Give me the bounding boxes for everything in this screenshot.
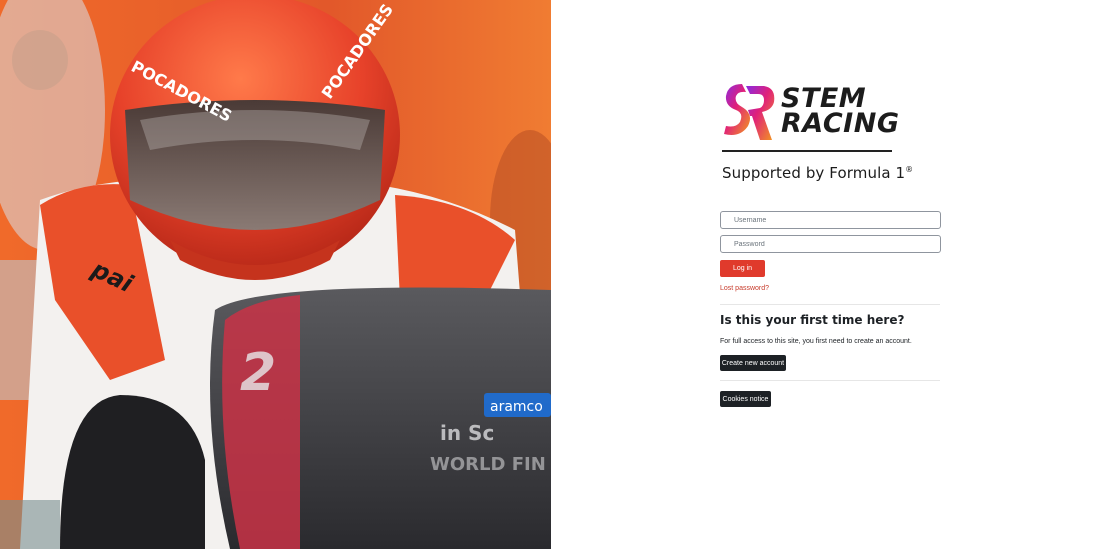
- tagline-mark: ®: [905, 165, 914, 174]
- sr-logo-mark-icon: [724, 84, 775, 140]
- car-sponsor-text: in Sc: [440, 421, 494, 445]
- password-input[interactable]: [720, 235, 941, 253]
- create-account-button[interactable]: Create new account: [720, 355, 786, 371]
- first-time-heading: Is this your first time here?: [720, 313, 905, 327]
- username-input[interactable]: [720, 211, 941, 229]
- hero-image: POCADORES POCADORES pai 2 aramco in Sc W…: [0, 0, 551, 549]
- car-badge-text: aramco: [490, 399, 543, 415]
- tagline-text: Supported by Formula 1: [722, 164, 906, 182]
- tagline: Supported by Formula 1®: [722, 164, 922, 182]
- section-divider: [720, 380, 940, 381]
- logo-divider: [722, 150, 892, 152]
- first-time-description: For full access to this site, you first …: [720, 338, 912, 345]
- cookies-notice-button[interactable]: Cookies notice: [720, 391, 771, 407]
- car-world-text: WORLD FIN: [430, 454, 546, 475]
- car-number-text: 2: [240, 343, 276, 403]
- logo-wordmark: STEM RACING: [781, 85, 900, 139]
- lost-password-link[interactable]: Lost password?: [720, 285, 769, 292]
- section-divider: [720, 304, 940, 305]
- stem-racing-logo: STEM RACING: [722, 80, 899, 144]
- login-button[interactable]: Log in: [720, 260, 765, 277]
- logo-line-2: RACING: [781, 108, 900, 139]
